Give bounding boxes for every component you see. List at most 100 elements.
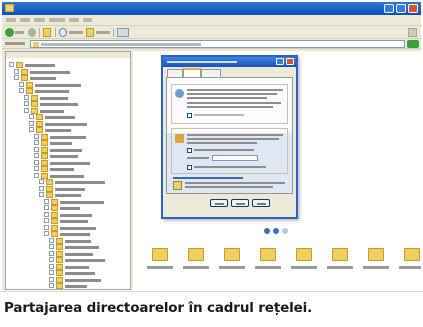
windows-logo-icon [408, 28, 417, 37]
dialog-text-line [187, 106, 273, 108]
file-item[interactable] [181, 248, 211, 278]
forward-icon[interactable] [28, 28, 36, 37]
folder-up-icon[interactable] [43, 28, 51, 37]
tab-customize[interactable] [201, 69, 221, 77]
file-item[interactable] [397, 248, 421, 278]
title-bar[interactable] [2, 2, 421, 15]
file-item-label [255, 266, 281, 269]
expand-toggle-icon[interactable] [34, 159, 39, 165]
menu-item-edit[interactable] [20, 18, 30, 22]
folder-icon [5, 4, 14, 12]
views-icon[interactable] [117, 28, 129, 37]
go-button[interactable] [407, 40, 419, 48]
menu-item-view[interactable] [34, 18, 45, 22]
expand-toggle-icon[interactable] [49, 270, 54, 275]
back-icon[interactable] [5, 28, 14, 37]
button-label [236, 203, 245, 205]
ok-button[interactable] [210, 199, 228, 207]
toolbar [2, 25, 421, 39]
toolbar-separator [55, 28, 56, 37]
expand-toggle-icon[interactable] [39, 192, 44, 197]
expand-toggle-icon[interactable] [49, 276, 54, 282]
expand-toggle-icon[interactable] [34, 153, 39, 158]
menu-item-tools[interactable] [69, 18, 79, 22]
file-item-label [363, 266, 389, 269]
menu-item-help[interactable] [83, 18, 92, 22]
expand-toggle-icon[interactable] [34, 140, 39, 145]
expand-toggle-icon[interactable] [44, 205, 49, 210]
dialog-close-button[interactable] [286, 58, 294, 65]
menu-item-favorites[interactable] [49, 18, 65, 22]
file-item[interactable] [325, 248, 355, 278]
caption: Partajarea directoarelor în cadrul rețel… [0, 291, 423, 327]
expand-toggle-icon[interactable] [44, 211, 49, 217]
expand-toggle-icon[interactable] [34, 172, 39, 178]
expand-toggle-icon[interactable] [49, 283, 54, 288]
maximize-button[interactable] [396, 4, 406, 13]
file-item[interactable] [217, 248, 247, 278]
expand-toggle-icon[interactable] [34, 166, 39, 171]
sharing-panel [166, 77, 293, 194]
info-icon [173, 181, 182, 190]
toolbar-separator [39, 28, 40, 37]
folder-icon [152, 248, 168, 261]
expand-toggle-icon[interactable] [14, 68, 19, 74]
tab-general[interactable] [167, 69, 183, 77]
expand-toggle-icon[interactable] [49, 237, 54, 243]
toolbar-separator [113, 28, 114, 37]
folders-icon[interactable] [86, 28, 94, 37]
expand-toggle-icon[interactable] [24, 101, 29, 106]
expand-toggle-icon[interactable] [24, 94, 29, 100]
folders-pane-header [6, 52, 130, 58]
expand-toggle-icon[interactable] [49, 263, 54, 269]
expand-toggle-icon[interactable] [24, 107, 29, 113]
expand-toggle-icon[interactable] [49, 257, 54, 262]
expand-toggle-icon[interactable] [29, 114, 34, 119]
expand-toggle-icon[interactable] [19, 88, 24, 93]
help-button[interactable] [276, 58, 284, 65]
expand-toggle-icon[interactable] [29, 127, 34, 132]
expand-toggle-icon[interactable] [14, 75, 19, 80]
learn-more-link[interactable] [173, 177, 243, 179]
explorer-window [2, 2, 421, 290]
properties-dialog [161, 55, 298, 219]
expand-toggle-icon[interactable] [44, 198, 49, 204]
expand-toggle-icon[interactable] [44, 224, 49, 230]
file-item[interactable] [253, 248, 283, 278]
tab-sharing[interactable] [183, 68, 201, 77]
expand-toggle-icon[interactable] [34, 133, 39, 139]
make-private-checkbox[interactable] [187, 113, 192, 118]
sharing-indicator [264, 228, 294, 236]
expand-toggle-icon[interactable] [44, 231, 49, 236]
dialog-text-line [187, 138, 279, 140]
file-item[interactable] [361, 248, 391, 278]
tree-item[interactable] [49, 282, 130, 289]
file-item[interactable] [289, 248, 319, 278]
back-label [15, 31, 24, 34]
dialog-text-line [187, 97, 267, 99]
address-field[interactable] [30, 40, 405, 48]
file-item[interactable] [145, 248, 175, 278]
expand-toggle-icon[interactable] [19, 81, 24, 87]
apply-button[interactable] [252, 199, 270, 207]
expand-toggle-icon[interactable] [44, 218, 49, 223]
dialog-text-line [187, 142, 257, 144]
cancel-button[interactable] [231, 199, 249, 207]
close-button[interactable] [408, 4, 418, 13]
allow-change-checkbox[interactable] [187, 165, 192, 170]
dialog-title-bar[interactable] [163, 57, 296, 67]
expand-toggle-icon[interactable] [49, 244, 54, 249]
expand-toggle-icon[interactable] [39, 179, 44, 184]
menu-item-file[interactable] [6, 18, 16, 22]
expand-toggle-icon[interactable] [9, 62, 14, 67]
share-folder-checkbox[interactable] [187, 148, 192, 153]
search-icon[interactable] [59, 28, 67, 37]
expand-toggle-icon[interactable] [34, 146, 39, 152]
share-name-field[interactable] [212, 155, 258, 161]
expand-toggle-icon[interactable] [39, 185, 44, 191]
file-item-label [399, 266, 421, 269]
minimize-button[interactable] [384, 4, 394, 13]
expand-toggle-icon[interactable] [29, 120, 34, 126]
folder-icon [33, 42, 39, 47]
expand-toggle-icon[interactable] [49, 250, 54, 256]
